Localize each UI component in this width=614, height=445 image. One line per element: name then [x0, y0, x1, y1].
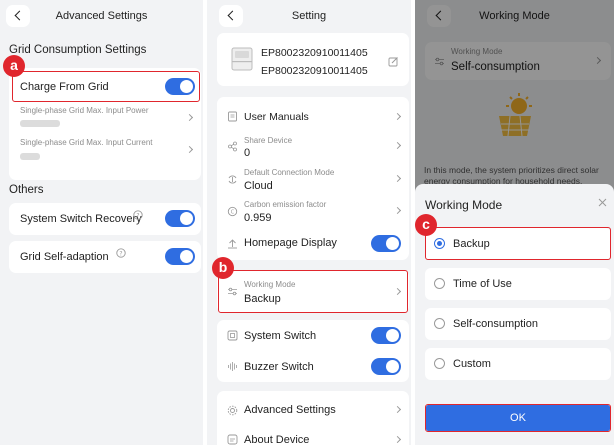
svg-text:?: ?: [136, 212, 139, 219]
carbon-factor-label: Carbon emission factor: [244, 200, 327, 209]
highlight-ok-button: [425, 404, 611, 432]
homepage-display-label: Homepage Display: [244, 237, 337, 249]
close-icon[interactable]: [598, 198, 607, 207]
buzzer-switch-toggle[interactable]: [371, 358, 401, 375]
option-time-of-use[interactable]: Time of Use: [425, 268, 611, 300]
step-badge-c: c: [415, 214, 437, 236]
highlight-backup-option: [425, 227, 611, 260]
system-switch-recovery-row: System Switch Recovery ?: [9, 203, 201, 235]
sheet-title: Working Mode: [425, 198, 503, 212]
system-switch-toggle[interactable]: [371, 327, 401, 344]
grid-max-current-value: [20, 153, 40, 160]
system-switch-recovery-toggle[interactable]: [165, 210, 195, 227]
svg-text:C: C: [231, 210, 235, 216]
setting-screen: Setting EP8002320910011405 EP80023209100…: [207, 0, 411, 445]
device-card: EP8002320910011405 EP8002320910011405: [217, 33, 409, 86]
chevron-right-icon: [393, 405, 402, 414]
others-section-title: Others: [9, 184, 44, 196]
highlight-charge-from-grid: [12, 71, 200, 102]
device-serial: EP8002320910011405: [261, 47, 368, 59]
chevron-right-icon: [185, 113, 194, 122]
device-icon: [231, 47, 253, 71]
header: Setting: [207, 0, 411, 34]
option-label: Time of Use: [453, 278, 512, 290]
share-device-label: Share Device: [244, 136, 293, 145]
option-label: Custom: [453, 358, 491, 370]
grid-max-power-label: Single-phase Grid Max. Input Power: [20, 106, 149, 115]
upload-icon: [228, 239, 237, 249]
chevron-right-icon: [393, 206, 402, 215]
carbon-icon: C: [227, 206, 238, 217]
system-switch-label: System Switch: [244, 330, 317, 342]
grid-self-adaption-label: Grid Self-adaption: [20, 251, 109, 263]
chevron-right-icon: [185, 145, 194, 154]
share-device-value: 0: [244, 147, 251, 159]
chevron-right-icon: [393, 112, 402, 121]
buzzer-icon: [228, 362, 237, 371]
device-serial-secondary: EP8002320910011405: [261, 65, 368, 77]
radio-unselected: [434, 278, 445, 289]
grid-max-current-label: Single-phase Grid Max. Input Current: [20, 138, 153, 147]
page-title: Setting: [291, 10, 327, 22]
help-icon[interactable]: ?: [116, 248, 126, 258]
svg-text:?: ?: [119, 250, 122, 257]
step-badge-a: a: [3, 55, 25, 77]
grid-consumption-section-title: Grid Consumption Settings: [9, 44, 147, 56]
about-device-label: About Device: [244, 434, 310, 445]
highlight-working-mode: [218, 270, 408, 313]
grid-self-adaption-toggle[interactable]: [165, 248, 195, 265]
carbon-factor-value: 0.959: [244, 212, 272, 224]
chevron-right-icon: [393, 141, 402, 150]
system-switch-icon: [227, 330, 238, 341]
chevron-right-icon: [393, 174, 402, 183]
radio-unselected: [434, 318, 445, 329]
advanced-settings-label: Advanced Settings: [244, 404, 336, 416]
radio-unselected: [434, 358, 445, 369]
system-switch-recovery-label: System Switch Recovery: [20, 213, 142, 225]
option-custom[interactable]: Custom: [425, 348, 611, 380]
working-mode-screen: Working Mode Working Mode Self-consumpti…: [415, 0, 614, 445]
step-badge-b: b: [212, 257, 234, 279]
info-icon: [227, 434, 238, 445]
option-label: Self-consumption: [453, 318, 538, 330]
buzzer-switch-label: Buzzer Switch: [244, 361, 314, 373]
switches-card: System Switch Buzzer Switch: [217, 320, 409, 382]
grid-self-adaption-row: Grid Self-adaption ?: [9, 241, 201, 273]
connection-mode-value: Cloud: [244, 180, 273, 192]
header: Advanced Settings: [0, 0, 203, 34]
homepage-display-toggle[interactable]: [371, 235, 401, 252]
connection-icon: [228, 175, 237, 184]
option-self-consumption[interactable]: Self-consumption: [425, 308, 611, 340]
share-icon: [228, 141, 237, 152]
user-manuals-label: User Manuals: [244, 111, 309, 123]
device-settings-card: User Manuals Share Device 0 Default Conn…: [217, 97, 409, 260]
gear-icon: [227, 405, 238, 416]
help-icon[interactable]: ?: [133, 210, 143, 220]
manual-icon: [228, 111, 237, 122]
connection-mode-label: Default Connection Mode: [244, 168, 335, 177]
page-title: Advanced Settings: [55, 10, 148, 22]
grid-max-power-value: [20, 120, 60, 127]
chevron-right-icon: [393, 435, 402, 444]
advanced-settings-screen: Advanced Settings Grid Consumption Setti…: [0, 0, 203, 445]
more-settings-card: Advanced Settings About Device: [217, 391, 409, 445]
edit-icon[interactable]: [388, 56, 399, 67]
